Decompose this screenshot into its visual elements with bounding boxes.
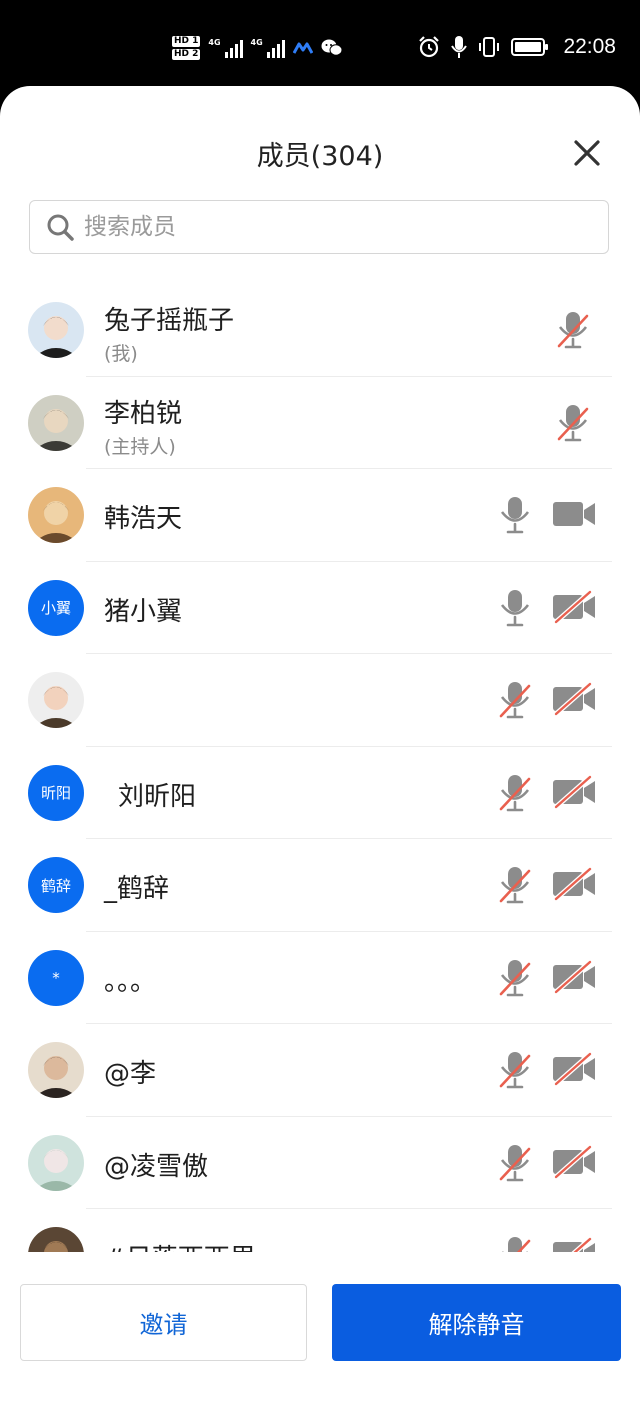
- avatar: 昕阳: [28, 764, 84, 821]
- camera-icon[interactable]: [552, 497, 596, 531]
- member-row[interactable]: 兔子摇瓶子 (我): [0, 284, 640, 377]
- status-bar: HD 1 HD 2 4G 4G 22:08: [0, 0, 640, 90]
- mic-icon: [451, 36, 468, 58]
- member-name: @凌雪傲: [104, 1151, 209, 1182]
- member-row[interactable]: 小翼 猪小翼: [0, 562, 640, 654]
- avatar: [28, 1134, 84, 1191]
- member-name: #日落西西里: [104, 1238, 256, 1252]
- alarm-icon: [419, 36, 440, 58]
- mic-muted-icon[interactable]: [555, 310, 591, 350]
- mic-muted-icon[interactable]: [497, 773, 533, 813]
- avatar: [28, 1227, 84, 1252]
- network-type-1: 4G: [208, 38, 221, 47]
- member-row[interactable]: @凌雪傲: [0, 1117, 640, 1209]
- member-name: 。。。: [104, 966, 157, 997]
- members-sheet: 成员(304) 兔子摇瓶子 (我) 李柏锐 (主持人) 韩浩天小翼猪小翼昕阳 刘昕阳鹤辞 _…: [0, 86, 640, 1422]
- member-row[interactable]: 李柏锐 (主持人): [0, 377, 640, 469]
- member-name: 韩浩天: [104, 504, 183, 534]
- member-name: 猪小翼: [104, 596, 183, 627]
- status-left-icons: HD 1 HD 2 4G 4G: [172, 28, 343, 68]
- mic-muted-icon[interactable]: [497, 865, 533, 905]
- member-name: 李柏锐: [104, 398, 183, 429]
- avatar: [28, 302, 84, 358]
- hd-icon: HD 1 HD 2: [172, 36, 201, 60]
- mic-icon[interactable]: [497, 495, 533, 535]
- search-icon: [47, 214, 74, 241]
- vibrate-icon: [479, 37, 500, 57]
- mic-muted-icon[interactable]: [497, 958, 533, 998]
- member-row[interactable]: * 。。。: [0, 932, 640, 1024]
- wechat-icon: [321, 39, 343, 56]
- battery-icon: [511, 38, 549, 56]
- camera-off-icon[interactable]: [552, 774, 596, 809]
- mic-muted-icon[interactable]: [497, 1143, 533, 1183]
- avatar: [28, 1042, 84, 1098]
- member-row[interactable]: 韩浩天: [0, 469, 640, 562]
- member-row[interactable]: 鹤辞 _鹤辞: [0, 839, 640, 932]
- member-name: _鹤辞: [104, 874, 170, 904]
- signal-icon: 4G: [251, 38, 285, 58]
- mic-icon[interactable]: [497, 588, 533, 628]
- member-row[interactable]: 昕阳 刘昕阳: [0, 747, 640, 839]
- close-icon[interactable]: [570, 136, 604, 170]
- unmute-all-button[interactable]: 解除静音: [332, 1284, 621, 1361]
- panel-title: 成员(304): [256, 141, 384, 172]
- sim2-label: HD 2: [172, 49, 201, 60]
- avatar: [28, 487, 84, 543]
- camera-off-icon[interactable]: [552, 959, 596, 994]
- member-role: (我): [104, 343, 138, 365]
- member-row[interactable]: [0, 654, 640, 747]
- mic-muted-icon[interactable]: [497, 680, 533, 720]
- camera-off-icon[interactable]: [552, 867, 596, 901]
- avatar: 小翼: [28, 579, 84, 636]
- search-input[interactable]: [82, 213, 566, 241]
- signal-icon: 4G: [208, 38, 243, 58]
- camera-off-icon[interactable]: [552, 1052, 596, 1086]
- member-name: 兔子摇瓶子: [104, 306, 235, 336]
- mic-muted-icon[interactable]: [497, 1235, 533, 1252]
- member-role: (主持人): [104, 435, 176, 458]
- member-row[interactable]: #日落西西里: [0, 1209, 640, 1252]
- mic-muted-icon[interactable]: [555, 403, 591, 443]
- member-name: @李: [104, 1059, 157, 1089]
- member-list[interactable]: 兔子摇瓶子 (我) 李柏锐 (主持人) 韩浩天小翼 猪小翼昕阳 刘昕阳鹤辞 _鹤辞 * 。。。 @李…: [0, 284, 640, 1252]
- camera-off-icon[interactable]: [552, 1144, 596, 1179]
- member-name: 刘昕阳: [118, 781, 197, 812]
- member-row[interactable]: @李: [0, 1024, 640, 1117]
- avatar: [28, 672, 84, 728]
- meeting-app-icon: [292, 42, 313, 54]
- avatar: 鹤辞: [28, 857, 84, 913]
- bottom-bar: 邀请 解除静音: [0, 1252, 640, 1422]
- network-type-2: 4G: [250, 38, 263, 47]
- search-box[interactable]: [29, 200, 609, 254]
- avatar: *: [28, 949, 84, 1006]
- avatar: [28, 394, 84, 451]
- invite-button[interactable]: 邀请: [20, 1284, 307, 1361]
- camera-off-icon[interactable]: [552, 1237, 596, 1252]
- clock: 22:08: [563, 35, 616, 58]
- camera-off-icon[interactable]: [552, 682, 596, 716]
- status-right-icons: 22:08: [417, 30, 616, 64]
- mic-muted-icon[interactable]: [497, 1050, 533, 1090]
- camera-off-icon[interactable]: [552, 589, 596, 624]
- sim1-label: HD 1: [172, 36, 201, 47]
